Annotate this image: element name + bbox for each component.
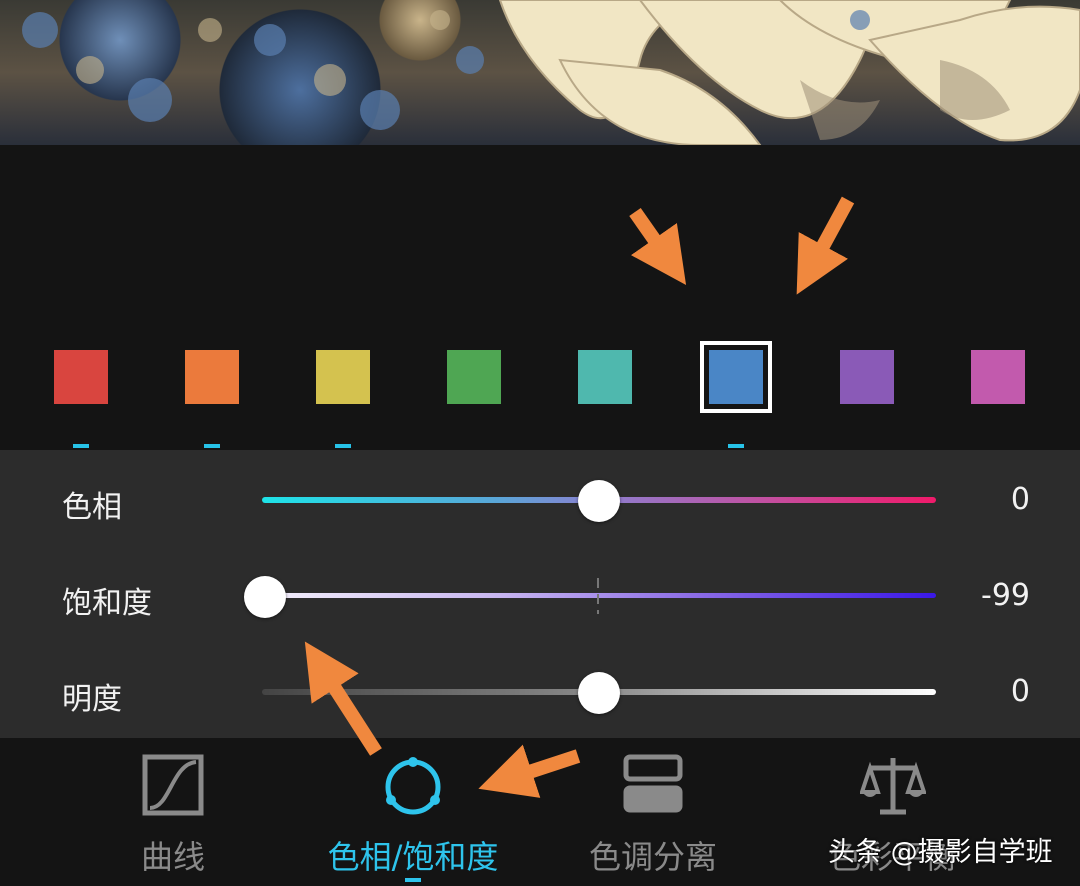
lightness-value: 0: [1010, 674, 1030, 709]
annotation-arrow: [796, 196, 855, 295]
annotation-arrow: [629, 207, 687, 285]
hue-label: 色相: [62, 490, 122, 525]
saturation-slider-thumb[interactable]: [244, 576, 287, 618]
lightness-label: 明度: [62, 682, 122, 717]
saturation-center-tick: [597, 578, 599, 614]
tab-hue-saturation[interactable]: 色相/饱和度: [293, 738, 533, 886]
saturation-slider-track[interactable]: [262, 593, 936, 598]
color-swatch-row: [0, 320, 1080, 450]
tab-hue-saturation-label: 色相/饱和度: [327, 838, 499, 876]
swatch-blue[interactable]: [700, 341, 772, 413]
swatch-orange[interactable]: [185, 350, 239, 404]
saturation-value: -99: [981, 578, 1030, 613]
lightness-slider-thumb[interactable]: [578, 672, 620, 714]
swatch-purple[interactable]: [840, 350, 894, 404]
watermark-text: 头条 @摄影自学班: [828, 837, 1053, 868]
photo-preview: [0, 0, 1080, 145]
adjusted-marker: [73, 444, 89, 448]
tab-curves[interactable]: 曲线: [53, 738, 293, 886]
lightness-slider-row: 明度 0: [0, 644, 1080, 740]
hsl-slider-panel: 色相 0 饱和度 -99 明度 0: [0, 450, 1080, 738]
saturation-label: 饱和度: [62, 586, 152, 621]
adjusted-marker: [335, 444, 351, 448]
hue-slider-thumb[interactable]: [578, 480, 620, 522]
hue-saturation-icon: [380, 754, 446, 824]
saturation-slider-row: 饱和度 -99: [0, 548, 1080, 644]
swatch-yellow[interactable]: [316, 350, 370, 404]
swatch-red[interactable]: [54, 350, 108, 404]
swatch-aqua[interactable]: [578, 350, 632, 404]
app-screen: 色相 0 饱和度 -99 明度 0 曲线 色相/饱和度 色调分离 色彩平衡 头条…: [0, 0, 1080, 886]
hue-slider-row: 色相 0: [0, 452, 1080, 548]
hue-value: 0: [1010, 482, 1030, 517]
tab-split-toning-label: 色调分离: [588, 838, 717, 876]
color-balance-icon: [859, 754, 927, 820]
adjusted-marker: [728, 444, 744, 448]
active-tab-indicator: [405, 878, 421, 882]
adjusted-marker: [204, 444, 220, 448]
curve-icon: [142, 754, 204, 820]
tab-split-toning[interactable]: 色调分离: [533, 738, 773, 886]
swatch-green[interactable]: [447, 350, 501, 404]
split-toning-icon: [623, 754, 683, 818]
tab-curves-label: 曲线: [140, 838, 205, 876]
swatch-magenta[interactable]: [971, 350, 1025, 404]
